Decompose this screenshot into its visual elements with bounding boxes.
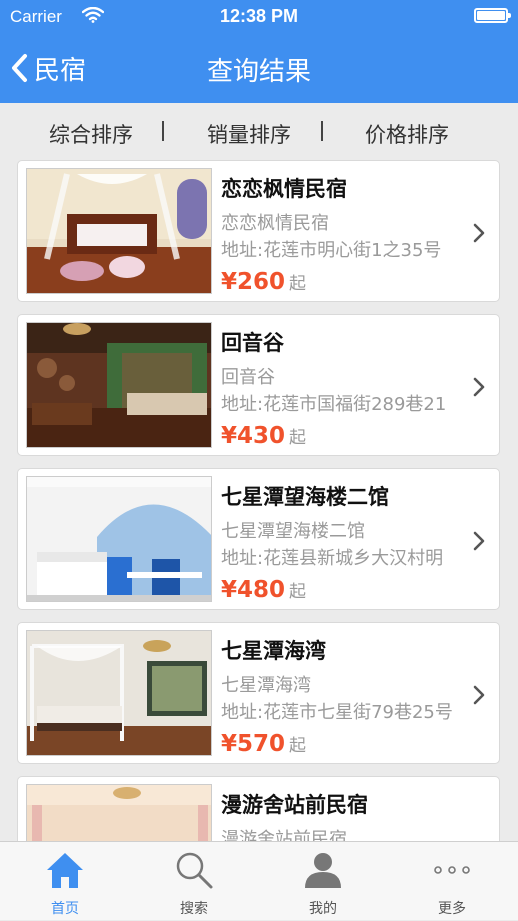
- listing-photo: [26, 168, 212, 294]
- listing-price: ¥480 起: [221, 577, 306, 603]
- tab-bar: 首页 搜索 我的 更多: [0, 841, 518, 920]
- listing-name: 回音谷: [221, 331, 284, 355]
- chevron-right-icon: [473, 685, 485, 705]
- price-suffix: 起: [289, 428, 307, 448]
- chevron-right-icon: [473, 223, 485, 243]
- tab-label: 更多: [438, 901, 466, 917]
- listing-card[interactable]: 七星潭望海楼二馆 七星潭望海楼二馆 地址:花莲县新城乡大汉村明 ¥480 起: [17, 468, 500, 610]
- chevron-right-icon: [473, 531, 485, 551]
- listing-price: ¥430 起: [221, 423, 306, 449]
- listing-photo: [26, 784, 212, 841]
- tab-profile[interactable]: 我的: [283, 842, 363, 921]
- listing-address: 地址:花莲市明心街1之35号: [221, 240, 442, 261]
- listing-name: 漫游舍站前民宿: [221, 793, 368, 817]
- price-value: ¥480: [221, 577, 286, 603]
- listing-price: ¥570 起: [221, 731, 306, 757]
- listing-subtitle: 七星潭望海楼二馆: [221, 521, 365, 542]
- sort-separator: [321, 121, 323, 141]
- tab-home[interactable]: 首页: [25, 842, 105, 921]
- more-icon: [434, 866, 470, 874]
- sort-comprehensive[interactable]: 综合排序: [49, 119, 133, 149]
- chevron-right-icon: [473, 377, 485, 397]
- listing-address: 地址:花莲市七星街79巷25号: [221, 702, 453, 723]
- sort-separator: [162, 121, 164, 141]
- listing-card[interactable]: 七星潭海湾 七星潭海湾 地址:花莲市七星街79巷25号 ¥570 起: [17, 622, 500, 764]
- listing-address: 地址:花莲县新城乡大汉村明: [221, 548, 444, 569]
- battery-icon: [474, 8, 511, 23]
- listing-list: 恋恋枫情民宿 恋恋枫情民宿 地址:花莲市明心街1之35号 ¥260起 回音谷: [0, 158, 518, 841]
- tab-label: 首页: [51, 901, 79, 917]
- status-bar: Carrier 12:38 PM: [0, 0, 518, 34]
- clock: 12:38 PM: [219, 6, 299, 26]
- tab-more[interactable]: 更多: [412, 842, 492, 921]
- price-value: ¥260: [221, 269, 286, 295]
- tab-label: 我的: [309, 901, 337, 917]
- listing-subtitle: 漫游舍站前民宿: [221, 829, 347, 841]
- sort-bar: 综合排序 销量排序 价格排序: [0, 103, 518, 158]
- price-value: ¥570: [221, 731, 286, 757]
- search-icon: [176, 852, 213, 889]
- page-title: 查询结果: [206, 57, 311, 87]
- listing-photo: [26, 322, 212, 448]
- price-suffix: 起: [289, 582, 307, 602]
- price-suffix: 起: [289, 736, 307, 756]
- home-icon: [47, 853, 83, 888]
- listing-subtitle: 恋恋枫情民宿: [221, 213, 329, 234]
- listing-address: 地址:花莲市国福街289巷21: [221, 394, 447, 415]
- tab-search[interactable]: 搜索: [154, 842, 234, 921]
- listing-price: ¥260 起: [221, 269, 306, 295]
- listing-subtitle: 七星潭海湾: [221, 675, 311, 696]
- sort-price[interactable]: 价格排序: [365, 119, 449, 149]
- price-suffix: 起: [289, 274, 307, 294]
- listing-photo: [26, 630, 212, 756]
- nav-header: Carrier 12:38 PM 民宿 查询结果: [0, 0, 518, 103]
- listing-card[interactable]: 恋恋枫情民宿 恋恋枫情民宿 地址:花莲市明心街1之35号 ¥260 起: [17, 160, 500, 302]
- listing-subtitle: 回音谷: [221, 367, 275, 388]
- listing-name: 七星潭海湾: [221, 639, 326, 663]
- listing-card[interactable]: 回音谷 回音谷 地址:花莲市国福街289巷21 ¥430 起: [17, 314, 500, 456]
- listing-name: 七星潭望海楼二馆: [221, 485, 389, 509]
- tab-label: 搜索: [180, 901, 208, 917]
- listing-card[interactable]: 漫游舍站前民宿 漫游舍站前民宿: [17, 776, 500, 841]
- listing-photo: [26, 476, 212, 602]
- sort-sales[interactable]: 销量排序: [207, 119, 291, 149]
- person-icon: [305, 853, 341, 888]
- price-value: ¥430: [221, 423, 286, 449]
- listing-name: 恋恋枫情民宿: [221, 177, 347, 201]
